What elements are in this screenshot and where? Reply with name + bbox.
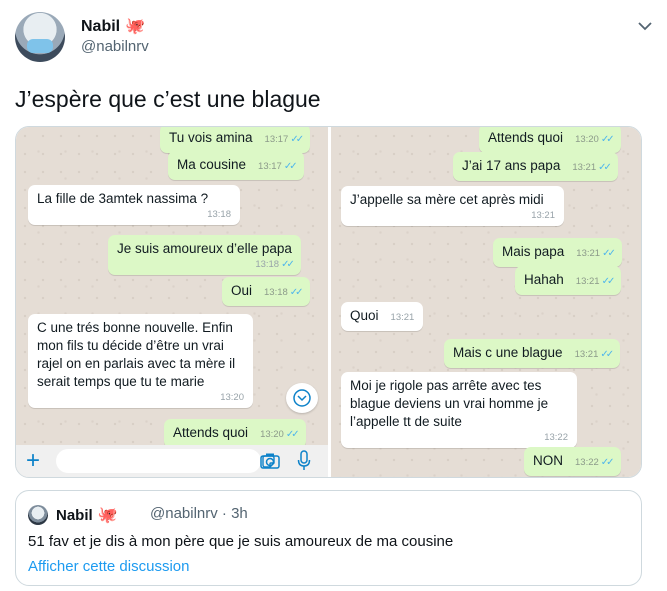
message-bubble: Quoi 13:21 [341,302,424,331]
tweet-header: Nabil 🐙 @nabilnrv [15,12,655,66]
camera-icon[interactable] [259,451,281,471]
scroll-down-button[interactable] [286,383,318,413]
plus-icon[interactable]: + [26,447,40,475]
author-name[interactable]: Nabil 🐙 [81,16,145,36]
message-bubble: J’appelle sa mère cet après midi 13:21 [341,186,564,226]
message-input[interactable] [56,449,275,473]
tweet-media[interactable]: Tu vois amina 13:17 ✓✓ Ma cousine 13:17 ✓✓ L… [15,126,642,478]
message-input-bar: + [16,445,328,477]
quoted-tweet[interactable]: Nabil 🐙 @nabilnrv · 3h 51 fav et je dis à… [15,490,642,586]
author-avatar[interactable] [15,12,65,62]
message-bubble: La fille de 3amtek nassima ? 13:18 [28,185,240,225]
message-bubble: Attends quoi 13:20 ✓✓ [164,419,306,448]
message-bubble: Oui 13:18 ✓✓ [222,277,310,306]
quoted-author-name: Nabil 🐙 [56,507,118,524]
message-bubble: Mais c une blague 13:21 ✓✓ [444,339,621,368]
message-bubble: Je suis amoureux d’elle papa 13:18 ✓✓ [108,235,301,275]
message-bubble: Tu vois amina 13:17 ✓✓ [160,127,311,153]
tweet-text: J’espère que c’est une blague [15,86,321,112]
message-bubble: Hahah 13:21 ✓✓ [515,266,622,295]
show-thread-link[interactable]: Afficher cette discussion [28,558,189,575]
chat-screenshot-left: Tu vois amina 13:17 ✓✓ Ma cousine 13:17 ✓✓ L… [16,127,328,477]
message-bubble: Ma cousine 13:17 ✓✓ [168,151,304,180]
chat-screenshot-right: Attends quoi 13:20 ✓✓ J’ai 17 ans papa 13:2… [331,127,641,477]
chevron-down-icon[interactable] [635,16,655,36]
message-bubble: Moi je rigole pas arrête avec tes blague… [341,372,577,448]
quoted-author-handle: @nabilnrv · 3h [150,505,248,522]
scroll-down-icon [293,389,311,407]
microphone-icon[interactable] [297,450,311,472]
message-bubble: Attends quoi 13:20 ✓✓ [479,127,621,153]
octopus-emoji: 🐙 [97,507,118,524]
quoted-tweet-text: 51 fav et je dis à mon père que je suis … [28,533,454,550]
author-handle[interactable]: @nabilnrv [81,38,149,55]
message-bubble: NON 13:22 ✓✓ [524,447,621,476]
octopus-emoji: 🐙 [125,18,146,35]
message-bubble: J’ai 17 ans papa 13:21 ✓✓ [453,152,618,181]
quoted-author-avatar [28,505,48,525]
message-bubble: Mais papa 13:21 ✓✓ [493,238,622,267]
message-bubble: C une trés bonne nouvelle. Enfin mon fil… [28,314,253,408]
